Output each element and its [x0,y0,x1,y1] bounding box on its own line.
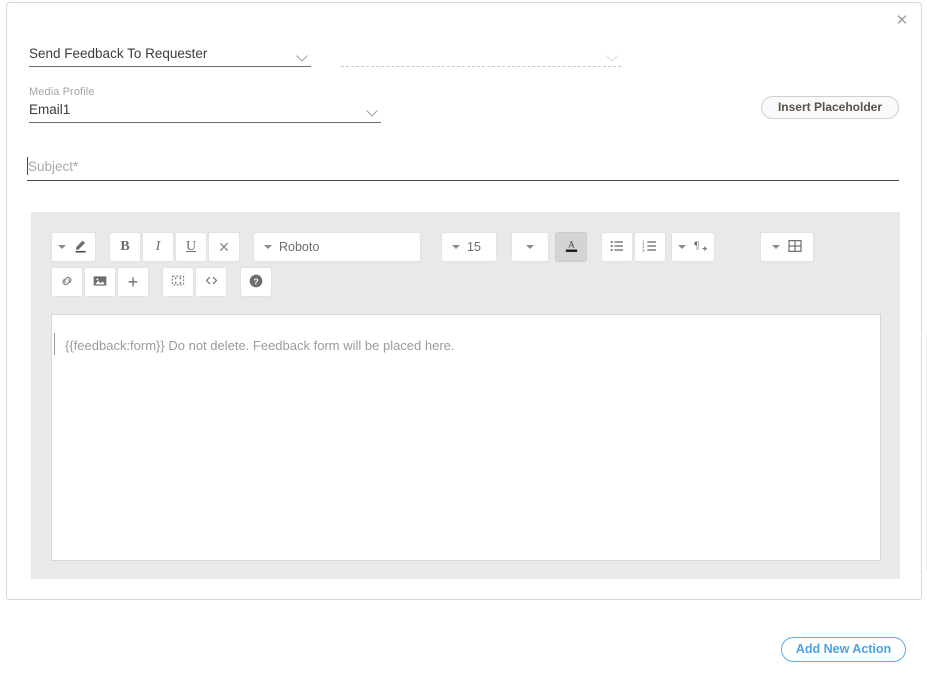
toolbar-group-format: B I U ✕ [109,232,240,262]
media-profile-select[interactable]: Email1 [29,99,381,123]
text-color-button[interactable]: A [555,232,587,262]
insert-image-button[interactable] [84,267,116,297]
bold-button[interactable]: B [109,232,141,262]
font-size-select[interactable]: 15 [441,232,497,262]
chevron-down-icon [452,245,460,249]
svg-text:¶: ¶ [694,241,699,252]
subject-placeholder: Subject* [28,159,79,174]
editor-content-area[interactable]: {{feedback:form}} Do not delete. Feedbac… [51,314,881,561]
italic-button[interactable]: I [142,232,174,262]
chevron-down-icon [526,245,534,249]
rich-text-editor: B I U ✕ Roboto 15 A 1 2 3 ¶ + ? {{feedba… [31,212,900,579]
insert-link-button[interactable] [51,267,83,297]
x-icon: ✕ [218,238,230,255]
action-select-row: Send Feedback To Requester [23,37,907,69]
code-icon [203,273,220,291]
font-size-more-button[interactable] [511,232,549,262]
font-family-value: Roboto [279,240,320,254]
bullet-list-icon [609,238,625,257]
chevron-down-icon [295,48,311,66]
toolbar-group-style [51,232,96,262]
underline-button[interactable]: U [175,232,207,262]
italic-icon: I [155,239,161,254]
media-profile-label: Media Profile [29,86,95,98]
editor-toolbar-row-1: B I U ✕ Roboto 15 A 1 2 3 ¶ [51,231,841,263]
fullscreen-icon [170,273,186,291]
svg-text:?: ? [253,276,258,286]
editor-toolbar: B I U ✕ Roboto 15 A 1 2 3 ¶ + ? [51,231,841,301]
help-button[interactable]: ? [240,267,272,297]
insert-more-button[interactable]: + [117,267,149,297]
text-style-pen-button[interactable] [51,232,96,262]
media-profile-value: Email1 [29,102,71,117]
help-circle-icon: ? [248,273,264,292]
insert-table-button[interactable] [760,232,814,262]
text-cursor [54,333,55,355]
text-color-a-icon: A [563,237,580,258]
source-code-button[interactable] [195,267,227,297]
action-type-select[interactable]: Send Feedback To Requester [29,37,311,67]
add-new-action-button[interactable]: Add New Action [781,637,906,662]
chevron-down-icon [264,245,272,249]
editor-toolbar-row-2: + ? [51,266,841,298]
underline-icon: U [185,239,197,254]
fullscreen-button[interactable] [162,267,194,297]
action-card: ✕ Send Feedback To Requester Media Profi… [6,2,922,600]
bold-icon: B [120,239,130,254]
chevron-down-icon [678,245,686,249]
secondary-select[interactable] [341,37,621,67]
numbered-list-button[interactable]: 1 2 3 [634,232,666,262]
editor-body-text: {{feedback:form}} Do not delete. Feedbac… [65,338,455,353]
link-icon [59,273,75,292]
chevron-down-icon [771,245,780,249]
pencil-icon [73,238,89,257]
bullet-list-button[interactable] [601,232,633,262]
chevron-down-icon [365,104,381,122]
toolbar-group-insert: + [51,267,149,297]
pilcrow-icon: ¶ [693,237,708,257]
plus-icon: + [127,272,139,292]
toolbar-group-lists: 1 2 3 [601,232,666,262]
svg-text:3: 3 [642,248,645,253]
image-icon [92,273,108,292]
chevron-down-icon [58,245,66,249]
close-icon[interactable]: ✕ [891,9,913,31]
chevron-down-icon [605,48,621,66]
table-icon [787,238,803,257]
clear-format-button[interactable]: ✕ [208,232,240,262]
media-profile-field: Media Profile Email1 [29,85,381,123]
insert-placeholder-button[interactable]: Insert Placeholder [761,96,899,119]
paragraph-direction-button[interactable]: ¶ [671,232,715,262]
toolbar-group-view [162,267,227,297]
subject-input[interactable]: Subject* [27,155,899,181]
font-family-select[interactable]: Roboto [253,232,421,262]
font-size-value: 15 [467,240,481,254]
svg-text:A: A [568,239,575,249]
action-type-value: Send Feedback To Requester [29,46,208,61]
numbered-list-icon: 1 2 3 [642,238,658,257]
secondary-select-value [341,63,605,66]
